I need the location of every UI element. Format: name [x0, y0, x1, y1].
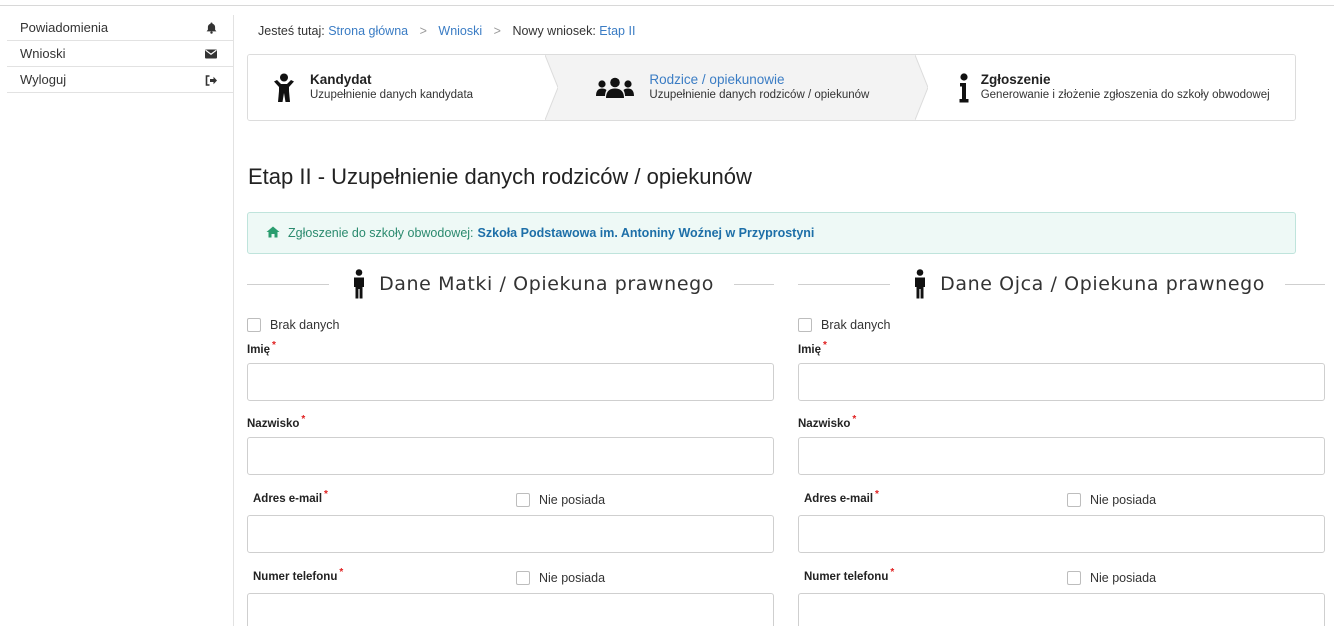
mother-section: Dane Matki / Opiekuna prawnego Brak dany…	[247, 262, 774, 626]
breadcrumb-current-prefix: Nowy wniosek:	[512, 24, 596, 38]
wizard-step-candidate[interactable]: Kandydat Uzupełnienie danych kandydata	[248, 55, 559, 120]
male-icon	[914, 269, 926, 299]
wizard-step-parents[interactable]: Rodzice / opiekunowie Uzupełnienie danyc…	[545, 55, 928, 120]
phone-none-checkbox-row[interactable]: Nie posiada	[1067, 569, 1156, 587]
alert-label: Zgłoszenie do szkoły obwodowej:	[288, 226, 474, 240]
divider	[1285, 283, 1325, 285]
no-data-checkbox[interactable]	[247, 318, 261, 332]
breadcrumb-home-link[interactable]: Strona główna	[328, 24, 408, 38]
step-title: Rodzice / opiekunowie	[649, 72, 785, 87]
email-label-row: Adres e-mail * Nie posiada	[798, 489, 1325, 509]
last-name-label: Nazwisko *	[247, 414, 306, 430]
info-icon	[957, 72, 971, 103]
email-label: Adres e-mail *	[804, 489, 879, 505]
child-icon	[262, 73, 306, 103]
section-heading: Dane Matki / Opiekuna prawnego	[247, 262, 774, 306]
no-data-label: Brak danych	[270, 318, 340, 332]
sign-out-icon	[203, 67, 219, 93]
father-phone-input[interactable]	[798, 593, 1325, 626]
top-border	[0, 0, 1334, 6]
wizard-steps: Kandydat Uzupełnienie danych kandydata R…	[247, 54, 1296, 121]
sidebar-item-logout[interactable]: Wyloguj	[7, 67, 233, 93]
phone-none-label: Nie posiada	[1090, 571, 1157, 585]
section-heading: Dane Ojca / Opiekuna prawnego	[798, 262, 1325, 306]
email-none-checkbox-row[interactable]: Nie posiada	[516, 491, 605, 509]
phone-none-checkbox-row[interactable]: Nie posiada	[516, 569, 605, 587]
wizard-step-submission[interactable]: Zgłoszenie Generowanie i złożenie zgłosz…	[914, 55, 1295, 120]
breadcrumb-prefix: Jesteś tutaj:	[258, 24, 325, 38]
sidebar-item-label: Wyloguj	[20, 72, 67, 87]
no-data-checkbox-row[interactable]: Brak danych	[247, 316, 774, 334]
mother-last-name-input[interactable]	[247, 437, 774, 475]
father-email-input[interactable]	[798, 515, 1325, 553]
breadcrumb-applications-link[interactable]: Wnioski	[438, 24, 482, 38]
breadcrumb: Jesteś tutaj: Strona główna > Wnioski > …	[258, 24, 635, 38]
phone-label: Numer telefonu *	[253, 567, 344, 583]
sidebar-item-label: Wnioski	[20, 46, 66, 61]
no-data-checkbox[interactable]	[798, 318, 812, 332]
email-label-row: Adres e-mail * Nie posiada	[247, 489, 774, 509]
divider	[247, 283, 330, 285]
chevron-right-icon: >	[493, 24, 501, 38]
phone-none-label: Nie posiada	[539, 571, 606, 585]
email-none-checkbox[interactable]	[1067, 493, 1081, 507]
school-info-alert: Zgłoszenie do szkoły obwodowej: Szkoła P…	[247, 212, 1296, 254]
phone-none-checkbox[interactable]	[1067, 571, 1081, 585]
breadcrumb-current: Etap II	[599, 24, 636, 38]
last-name-label: Nazwisko *	[798, 414, 857, 430]
step-separator	[914, 55, 928, 120]
step-subtitle: Uzupełnienie danych rodziców / opiekunów	[649, 89, 870, 101]
alert-school-name: Szkoła Podstawowa im. Antoniny Woźnej w …	[477, 226, 815, 240]
phone-label-row: Numer telefonu * Nie posiada	[247, 567, 774, 587]
step-subtitle: Uzupełnienie danych kandydata	[310, 89, 474, 101]
bell-icon	[203, 15, 219, 41]
sidebar-item-label: Powiadomienia	[20, 20, 109, 35]
no-data-checkbox-row[interactable]: Brak danych	[798, 316, 1325, 334]
phone-label-row: Numer telefonu * Nie posiada	[798, 567, 1325, 587]
phone-none-checkbox[interactable]	[516, 571, 530, 585]
sidebar: Powiadomienia Wnioski Wyloguj	[7, 15, 234, 626]
first-name-label: Imię *	[798, 340, 827, 356]
users-icon	[593, 77, 637, 99]
email-none-label: Nie posiada	[1090, 493, 1157, 507]
page-title: Etap II - Uzupełnienie danych rodziców /…	[248, 164, 752, 189]
section-title: Dane Matki / Opiekuna prawnego	[379, 273, 714, 295]
mother-email-input[interactable]	[247, 515, 774, 553]
no-data-label: Brak danych	[821, 318, 891, 332]
step-title: Zgłoszenie	[980, 72, 1051, 87]
email-label: Adres e-mail *	[253, 489, 328, 505]
chevron-right-icon: >	[419, 24, 427, 38]
phone-label: Numer telefonu *	[804, 567, 895, 583]
step-title: Kandydat	[310, 72, 372, 87]
father-first-name-input[interactable]	[798, 363, 1325, 401]
first-name-label: Imię *	[247, 340, 276, 356]
father-last-name-input[interactable]	[798, 437, 1325, 475]
mother-phone-input[interactable]	[247, 593, 774, 626]
divider	[734, 283, 774, 285]
email-none-label: Nie posiada	[539, 493, 606, 507]
divider	[798, 283, 891, 285]
sidebar-item-applications[interactable]: Wnioski	[7, 41, 233, 67]
step-separator	[545, 55, 559, 120]
mother-first-name-input[interactable]	[247, 363, 774, 401]
envelope-icon	[203, 41, 219, 67]
email-none-checkbox-row[interactable]: Nie posiada	[1067, 491, 1156, 509]
step-subtitle: Generowanie i złożenie zgłoszenia do szk…	[980, 89, 1270, 101]
home-icon	[266, 226, 280, 241]
sidebar-item-notifications[interactable]: Powiadomienia	[7, 15, 233, 41]
father-section: Dane Ojca / Opiekuna prawnego Brak danyc…	[798, 262, 1325, 626]
section-title: Dane Ojca / Opiekuna prawnego	[940, 273, 1265, 295]
email-none-checkbox[interactable]	[516, 493, 530, 507]
male-icon	[353, 269, 365, 299]
